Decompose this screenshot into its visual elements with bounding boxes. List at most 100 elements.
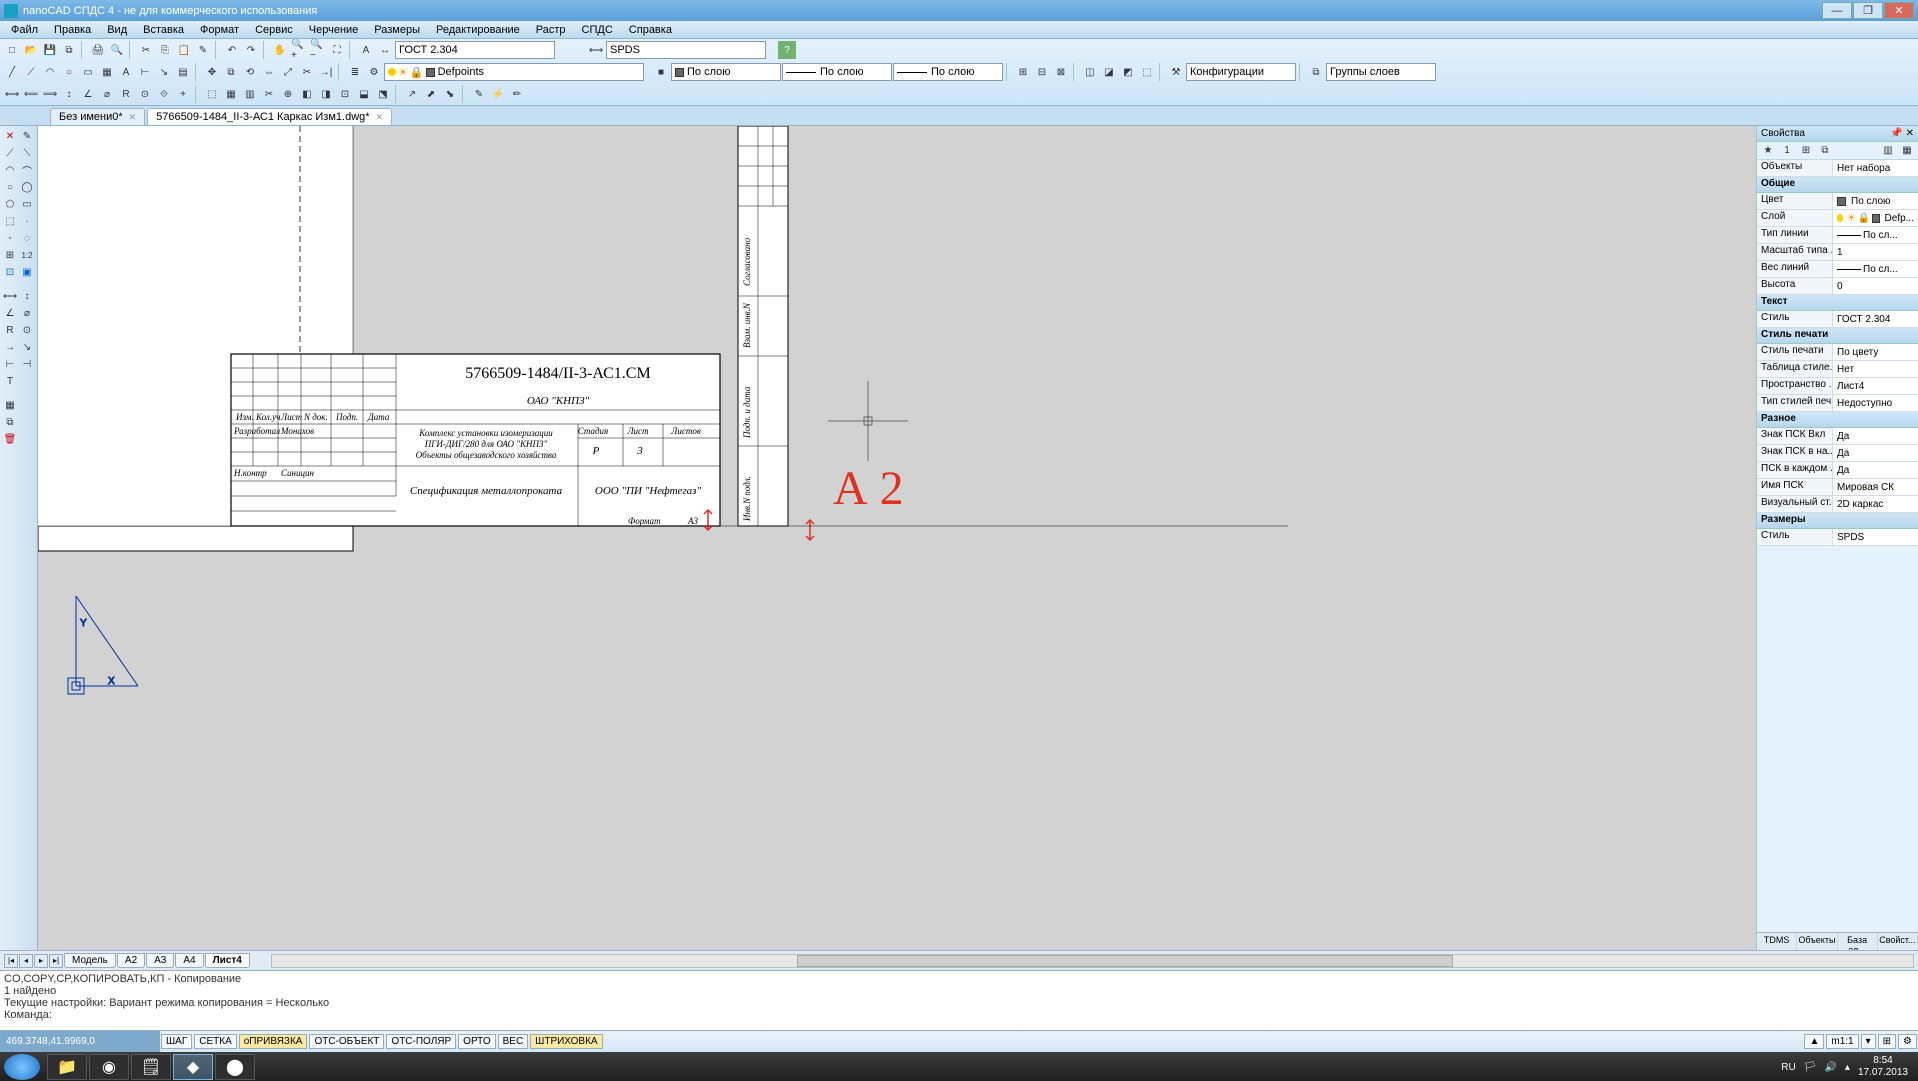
hatch-icon[interactable]: ▦ xyxy=(98,63,116,81)
cut-icon[interactable]: ✂ xyxy=(137,41,155,59)
tab-props[interactable]: Свойст... xyxy=(1878,933,1918,950)
preview-icon[interactable]: 🔍 xyxy=(108,41,126,59)
file-tab-0[interactable]: Без имени0*✕ xyxy=(50,108,145,125)
lineweight-select[interactable]: По слою xyxy=(893,63,1003,81)
dim2-icon[interactable]: ⟸ xyxy=(22,85,40,103)
layerprop-icon[interactable]: ⚙ xyxy=(365,63,383,81)
taskbar-chrome-icon[interactable]: ◉ xyxy=(89,1054,129,1080)
dim8-icon[interactable]: ⊙ xyxy=(136,85,154,103)
erase-icon[interactable]: ✕ xyxy=(2,128,18,144)
tab-db[interactable]: База эл... xyxy=(1838,933,1878,950)
layer-select[interactable]: ☀ 🔒 Defpoints xyxy=(384,63,644,81)
l6-icon[interactable]: ◯ xyxy=(19,179,35,195)
new-icon[interactable]: □ xyxy=(3,41,21,59)
help-icon[interactable]: ? xyxy=(778,41,796,59)
tray-clock[interactable]: 8:54 17.07.2013 xyxy=(1858,1055,1908,1079)
tray-flag-icon[interactable]: 🏳 xyxy=(1804,1062,1817,1073)
copy2-icon[interactable]: ⧉ xyxy=(222,63,240,81)
r1-icon[interactable]: ⬚ xyxy=(203,85,221,103)
prop-space[interactable]: Пространство ...Лист4 xyxy=(1757,378,1918,395)
sheet-tab-a4[interactable]: А4 xyxy=(175,953,203,968)
menu-raster[interactable]: Растр xyxy=(528,22,574,38)
open-icon[interactable]: 📂 xyxy=(22,41,40,59)
m1-icon[interactable]: ▦ xyxy=(2,397,18,413)
dim-style-select[interactable]: SPDS xyxy=(606,41,766,59)
group-misc[interactable]: Разное xyxy=(1757,412,1918,428)
leader-icon[interactable]: ↘ xyxy=(155,63,173,81)
dim5-icon[interactable]: ∠ xyxy=(79,85,97,103)
pt2-icon[interactable]: 1 xyxy=(1778,142,1796,160)
toggle-otrack-obj[interactable]: ОТС-ОБЪЕКТ xyxy=(309,1034,384,1049)
m2-icon[interactable]: ⧉ xyxy=(2,414,18,430)
r14-icon[interactable]: ✎ xyxy=(470,85,488,103)
minimize-button[interactable]: — xyxy=(1822,2,1852,19)
r9-icon[interactable]: ⬓ xyxy=(355,85,373,103)
toggle-otrack-polar[interactable]: ОТС-ПОЛЯР xyxy=(386,1034,456,1049)
spds4-icon[interactable]: ◫ xyxy=(1081,63,1099,81)
horizontal-scrollbar[interactable] xyxy=(271,954,1914,968)
r15-icon[interactable]: ⚡ xyxy=(489,85,507,103)
spds2-icon[interactable]: ⊟ xyxy=(1033,63,1051,81)
prop-layer[interactable]: Слой☀🔒Defp... xyxy=(1757,210,1918,227)
tab-objects[interactable]: Объекты xyxy=(1797,933,1837,950)
text-style-select[interactable]: ГОСТ 2.304 xyxy=(395,41,555,59)
l3-icon[interactable]: ◠ xyxy=(2,162,18,178)
properties-header[interactable]: Свойства 📌 ✕ xyxy=(1757,126,1918,142)
d1-icon[interactable]: ⟷ xyxy=(2,288,18,304)
toggle-hatch[interactable]: ШТРИХОВКА xyxy=(530,1034,602,1049)
taskbar-notes-icon[interactable]: 🗒 xyxy=(131,1054,171,1080)
rotate-icon[interactable]: ⟲ xyxy=(241,63,259,81)
match-icon[interactable]: ✎ xyxy=(194,41,212,59)
pt4-icon[interactable]: ⧉ xyxy=(1816,142,1834,160)
d5-icon[interactable]: R xyxy=(2,322,18,338)
group-dims[interactable]: Размеры xyxy=(1757,513,1918,529)
rect-icon[interactable]: ▭ xyxy=(79,63,97,81)
group-text[interactable]: Текст xyxy=(1757,295,1918,311)
config-select[interactable]: Конфигурации xyxy=(1186,63,1296,81)
dim9-icon[interactable]: ⟐ xyxy=(155,85,173,103)
pt6-icon[interactable]: ▦ xyxy=(1898,142,1916,160)
groups-icon[interactable]: ⧉ xyxy=(1307,63,1325,81)
circle-icon[interactable]: ○ xyxy=(60,63,78,81)
paste-icon[interactable]: 📋 xyxy=(175,41,193,59)
spds7-icon[interactable]: ⬚ xyxy=(1138,63,1156,81)
draw1-icon[interactable]: ✎ xyxy=(19,128,35,144)
close-tab-icon[interactable]: ✕ xyxy=(376,112,384,122)
file-tab-1[interactable]: 5766509-1484_II-3-АС1 Каркас Изм1.dwg*✕ xyxy=(147,108,392,125)
text-style-icon[interactable]: A xyxy=(357,41,375,59)
drawing-canvas[interactable]: Изм. Кол.уч Лист N док. Подп. Дата Разра… xyxy=(38,126,1756,950)
dim6-icon[interactable]: ⌀ xyxy=(98,85,116,103)
sw2-icon[interactable]: ⚙ xyxy=(1898,1034,1917,1049)
r8-icon[interactable]: ⊡ xyxy=(336,85,354,103)
dim-lin-icon[interactable]: ⊢ xyxy=(136,63,154,81)
spds6-icon[interactable]: ◩ xyxy=(1119,63,1137,81)
tab-nav-prev[interactable]: ◂ xyxy=(19,954,33,968)
r10-icon[interactable]: ⬔ xyxy=(374,85,392,103)
redo-icon[interactable]: ↷ xyxy=(242,41,260,59)
l12-icon[interactable]: ◌ xyxy=(19,230,35,246)
pt5-icon[interactable]: ▥ xyxy=(1879,142,1897,160)
tab-nav-last[interactable]: ▸| xyxy=(49,954,63,968)
prop-ucs-on[interactable]: Знак ПСК ВклДа xyxy=(1757,428,1918,445)
menu-edit[interactable]: Правка xyxy=(46,22,99,38)
menu-format[interactable]: Формат xyxy=(192,22,247,38)
tab-nav-next[interactable]: ▸ xyxy=(34,954,48,968)
pt3-icon[interactable]: ⊞ xyxy=(1797,142,1815,160)
l8-icon[interactable]: ▭ xyxy=(19,196,35,212)
toggle-snap[interactable]: ШАГ xyxy=(161,1034,192,1049)
tray-net-icon[interactable]: 🔊 xyxy=(1824,1062,1836,1073)
toggle-grid[interactable]: СЕТКА xyxy=(194,1034,237,1049)
d3-icon[interactable]: ∠ xyxy=(2,305,18,321)
l2-icon[interactable]: ⟍ xyxy=(19,145,35,161)
command-input[interactable] xyxy=(55,1009,1914,1021)
zoomin-icon[interactable]: 🔍+ xyxy=(290,41,308,59)
dim3-icon[interactable]: ⟹ xyxy=(41,85,59,103)
scale-icon[interactable]: ⤢ xyxy=(279,63,297,81)
l13-icon[interactable]: ⊞ xyxy=(2,247,18,263)
menu-help[interactable]: Справка xyxy=(621,22,680,38)
l14-icon[interactable]: 1:2 xyxy=(19,247,35,263)
prop-vstyle[interactable]: Визуальный ст...2D каркас xyxy=(1757,496,1918,513)
d6-icon[interactable]: ⊙ xyxy=(19,322,35,338)
pan-icon[interactable]: ✋ xyxy=(271,41,289,59)
prop-pstype[interactable]: Тип стилей печ...Недоступно xyxy=(1757,395,1918,412)
